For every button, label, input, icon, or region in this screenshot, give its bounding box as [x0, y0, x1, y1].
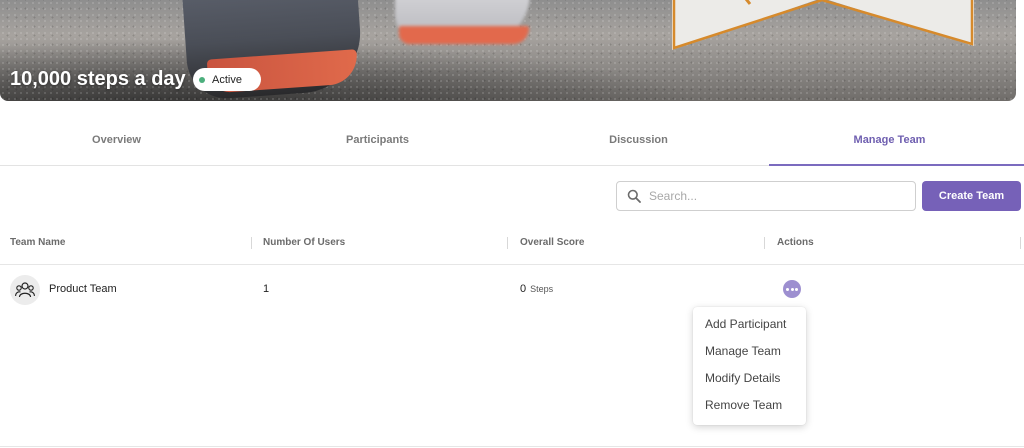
overall-score: 0 Steps — [520, 283, 553, 295]
status-dot-icon — [199, 76, 205, 83]
column-header-overall-score: Overall Score — [520, 237, 585, 248]
challenge-title: 10,000 steps a day — [10, 68, 186, 90]
number-of-users: 1 — [263, 283, 270, 295]
create-team-button[interactable]: Create Team — [922, 181, 1021, 211]
shoe-sole — [399, 26, 529, 44]
challenge-banner: 10,000 steps a day Active — [0, 0, 1016, 101]
status-label: Active — [212, 73, 242, 86]
search-input[interactable] — [649, 189, 899, 203]
tab-overview[interactable]: Overview — [0, 118, 233, 165]
table-row: Product Team 1 0 Steps — [0, 266, 1024, 314]
finish-flag-image — [672, 0, 974, 50]
actions-menu: Add Participant Manage Team Modify Detai… — [693, 307, 806, 425]
tab-manage-team[interactable]: Manage Team — [755, 118, 1024, 166]
tab-bar: Overview Participants Discussion Manage … — [0, 118, 1024, 166]
team-icon — [15, 282, 35, 298]
score-unit: Steps — [530, 284, 554, 294]
column-header-team-name: Team Name — [10, 237, 66, 248]
status-badge: Active — [193, 68, 261, 91]
more-options-icon-dot — [790, 287, 794, 291]
running-shoe-image-blurred — [395, 0, 530, 44]
column-header-number-of-users: Number Of Users — [263, 237, 346, 248]
column-divider — [764, 237, 765, 249]
table-header: Team Name Number Of Users Overall Score … — [0, 229, 1024, 265]
column-divider — [1020, 237, 1021, 249]
menu-item-add-participant[interactable]: Add Participant — [693, 313, 806, 340]
table-bottom-divider — [0, 446, 1024, 447]
search-icon — [627, 189, 641, 203]
column-header-actions: Actions — [777, 237, 814, 248]
more-options-button[interactable] — [783, 280, 801, 298]
menu-item-remove-team[interactable]: Remove Team — [693, 394, 806, 421]
search-field[interactable] — [616, 181, 916, 211]
column-divider — [507, 237, 508, 249]
score-value: 0 — [520, 283, 527, 295]
team-avatar — [10, 275, 40, 305]
tab-participants[interactable]: Participants — [233, 118, 522, 165]
more-options-icon-dot — [794, 287, 798, 291]
more-options-icon-dot — [786, 287, 790, 291]
column-divider — [251, 237, 252, 249]
team-name: Product Team — [49, 283, 117, 295]
tab-discussion[interactable]: Discussion — [522, 118, 755, 165]
menu-item-modify-details[interactable]: Modify Details — [693, 367, 806, 394]
menu-item-manage-team[interactable]: Manage Team — [693, 340, 806, 367]
